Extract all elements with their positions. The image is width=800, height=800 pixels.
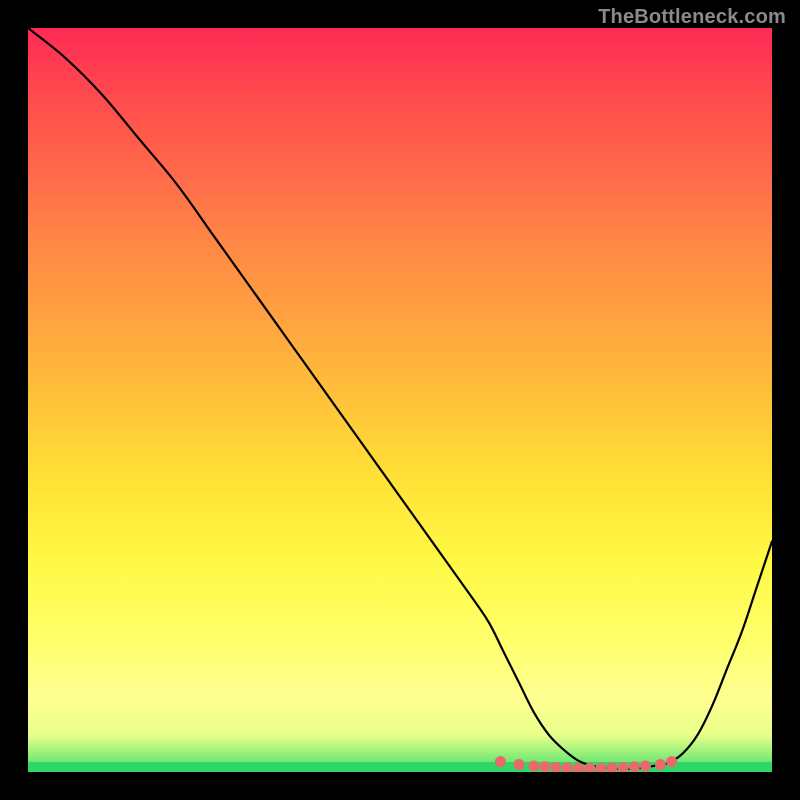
plot-gradient-area — [28, 28, 772, 772]
bottom-green-band — [28, 762, 772, 772]
chart-container: TheBottleneck.com — [0, 0, 800, 800]
watermark-text: TheBottleneck.com — [598, 6, 786, 29]
